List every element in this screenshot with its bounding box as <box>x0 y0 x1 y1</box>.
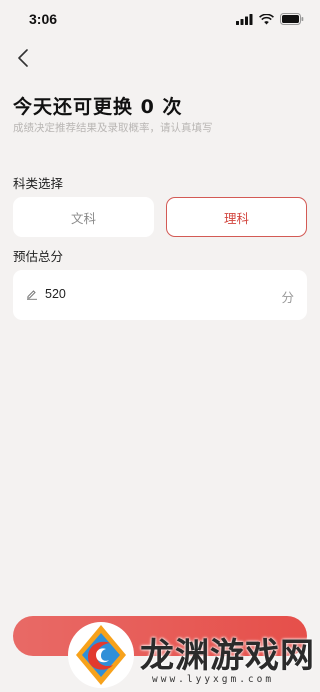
pencil-icon <box>27 290 37 300</box>
battery-icon <box>280 13 304 25</box>
score-input[interactable]: 520 分 <box>13 270 307 320</box>
watermark-logo-icon <box>68 622 134 688</box>
back-button[interactable] <box>10 44 36 72</box>
wifi-icon <box>259 13 274 24</box>
page-title: 今天还可更换 0 次 <box>13 96 183 118</box>
status-bar: 3:06 <box>0 0 320 40</box>
subject-option-science[interactable]: 理科 <box>166 197 307 237</box>
chevron-left-icon <box>18 49 28 67</box>
signal-icon <box>236 13 253 25</box>
watermark-text: 龙渊游戏网 <box>140 636 315 676</box>
subject-option-liberal-arts[interactable]: 文科 <box>13 197 154 237</box>
subject-section-label: 科类选择 <box>13 176 64 191</box>
status-icons <box>236 13 304 25</box>
score-section-label: 预估总分 <box>13 249 64 264</box>
score-unit: 分 <box>281 290 294 305</box>
score-value: 520 <box>45 287 66 301</box>
watermark-url: www.lyyxgm.com <box>152 674 275 685</box>
page-subtitle: 成绩决定推荐结果及录取概率，请认真填写 <box>13 122 213 134</box>
status-time: 3:06 <box>29 11 58 27</box>
watermark: 龙渊游戏网 www.lyyxgm.com <box>66 619 320 692</box>
